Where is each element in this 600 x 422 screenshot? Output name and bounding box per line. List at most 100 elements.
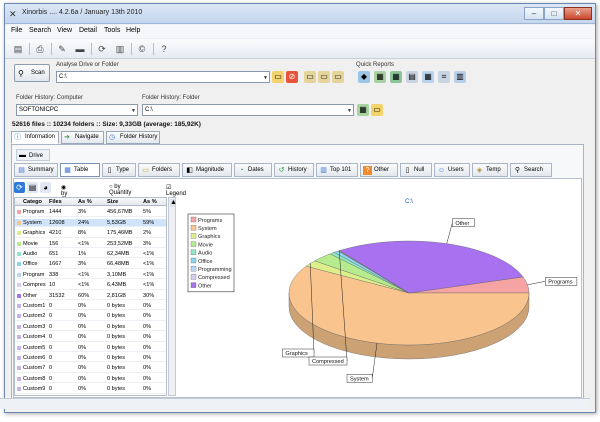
tab-top-101[interactable]: ▥ Top 101 <box>316 163 358 177</box>
table-row[interactable]: System 12608 24% 5,53GB 59% <box>15 218 166 228</box>
table-row[interactable]: Graphics 4210 8% 175,46MB 2% <box>15 229 166 238</box>
maximize-button[interactable]: □ <box>544 7 564 20</box>
table-cell: 0 <box>49 365 53 372</box>
help-icon[interactable]: ? <box>157 42 171 56</box>
table-scrollbar[interactable]: ▲ <box>168 197 177 396</box>
category-color-swatch <box>17 387 21 392</box>
report-icon[interactable]: ▦ <box>422 71 434 83</box>
table-row[interactable]: Other 31532 60% 2,81GB 30% <box>15 292 166 300</box>
table-cell: Custom4 <box>23 334 46 341</box>
table-cell: 338 <box>49 271 59 278</box>
history-folder-label: Folder History: Folder <box>142 95 200 101</box>
category-color-swatch <box>17 210 21 215</box>
table-cell: 0 <box>49 386 53 393</box>
history-folder-select[interactable]: C:\ ▼ <box>142 104 354 116</box>
document-icon[interactable]: ▥ <box>113 42 127 56</box>
table-cell: System <box>23 219 42 226</box>
folder-open-icon[interactable]: ▭ <box>272 71 284 83</box>
tab-folder-history[interactable]: ◷ Folder History <box>106 131 160 144</box>
legend-swatch <box>190 249 197 255</box>
report-icon[interactable]: ▦ <box>390 71 402 83</box>
tab-dates[interactable]: ◔ Dates <box>234 163 272 177</box>
report-icon[interactable]: ▥ <box>454 71 466 83</box>
tab-type[interactable]: ▯ Type <box>102 163 136 177</box>
close-button[interactable]: ✕ <box>564 7 592 20</box>
table-row[interactable]: Custom5 0 0% 0 bytes 0% <box>15 344 166 352</box>
navigate-icon: ➜ <box>64 134 70 141</box>
tab-navigate[interactable]: ➜ Navigate <box>61 131 104 144</box>
table-cell: 0 <box>49 375 53 382</box>
tab-information[interactable]: ⓘ Information <box>11 131 59 144</box>
folder-icon[interactable]: ▭ <box>332 71 344 83</box>
table-header-cell: As % <box>143 199 157 205</box>
summary-icon: ▤ <box>18 167 25 174</box>
drive-icon[interactable]: ▬ <box>73 42 87 56</box>
table-cell: 6,43MB <box>107 282 127 289</box>
menu-detail[interactable]: Detail <box>79 27 97 34</box>
tab-table[interactable]: ▦ Table <box>60 163 100 177</box>
save-icon[interactable]: ▤ <box>11 42 25 56</box>
table-cell: 66,48MB <box>107 261 130 268</box>
refresh-icon[interactable]: ⟳ <box>14 182 25 193</box>
table-cell: 4210 <box>49 230 62 237</box>
table-cell: Program <box>23 271 45 278</box>
table-cell: 24% <box>78 219 90 226</box>
table-row[interactable]: Program 1444 3% 456,67MB 5% <box>15 208 166 217</box>
history-go-icon[interactable]: ▦ <box>357 104 369 116</box>
table-cell: 156 <box>49 240 59 247</box>
category-color-swatch <box>17 304 21 308</box>
table-row[interactable]: Custom2 0 0% 0 bytes 0% <box>15 312 166 321</box>
report-icon[interactable]: ◆ <box>358 71 370 83</box>
legend-checkbox[interactable]: ☑ Legend <box>166 184 186 197</box>
tab-users[interactable]: ☺ Users <box>434 163 470 177</box>
list-icon[interactable]: ▤ <box>27 182 38 193</box>
report-icon[interactable]: ▤ <box>406 71 418 83</box>
menu-help[interactable]: Help <box>126 27 140 34</box>
stop-icon[interactable]: ⊘ <box>286 71 298 83</box>
copyright-icon[interactable]: © <box>135 42 149 56</box>
table-cell: 12608 <box>49 219 65 226</box>
table-row[interactable]: Office 1667 3% 66,48MB <1% <box>15 260 166 269</box>
history-folder-icon[interactable]: ▭ <box>371 104 383 116</box>
folder-icon[interactable]: ▭ <box>318 71 330 83</box>
folder-icon[interactable]: ▭ <box>304 71 316 83</box>
table-row[interactable]: Custom6 0 0% 0 bytes 0% <box>15 354 166 363</box>
report-icon[interactable]: ⌗ <box>438 71 450 83</box>
drive-button[interactable]: ▬ Drive <box>16 149 50 161</box>
table-row[interactable]: Audio 651 1% 62,34MB <1% <box>15 250 166 259</box>
table-row[interactable]: Custom4 0 0% 0 bytes 0% <box>15 333 166 342</box>
menu-file[interactable]: File <box>11 27 22 34</box>
tab-folders[interactable]: ▭ Folders <box>138 163 180 177</box>
table-row[interactable]: Custom1 0 0% 0 bytes 0% <box>15 302 166 311</box>
tab-magnitude[interactable]: ◧ Magnitude <box>182 163 232 177</box>
scan-button[interactable]: ⚲ Scan <box>14 64 50 82</box>
tab-search[interactable]: ⚲ Search <box>510 163 552 177</box>
history-computer-select[interactable]: SOFTONICPC ▼ <box>16 104 138 116</box>
table-row[interactable]: Custom3 0 0% 0 bytes 0% <box>15 323 166 332</box>
pie-icon[interactable]: ◕ <box>40 182 51 193</box>
print-icon[interactable]: ⎙ <box>33 42 47 56</box>
report-icon[interactable]: ▦ <box>374 71 386 83</box>
tab-null[interactable]: ▯ Null <box>400 163 432 177</box>
refresh-icon[interactable]: ⟳ <box>95 42 109 56</box>
by-quantity-radio[interactable]: ○ by Quantity <box>109 184 131 196</box>
table-row[interactable]: Program 338 <1% 3,10MB <1% <box>15 271 166 280</box>
table-row[interactable]: Custom9 0 0% 0 bytes 0% <box>15 385 166 394</box>
table-row[interactable]: Custom7 0 0% 0 bytes 0% <box>15 364 166 373</box>
table-cell: 0 bytes <box>107 344 126 351</box>
table-header-cell: Files <box>49 199 62 205</box>
table-row[interactable]: Movie 156 <1% 253,52MB 3% <box>15 240 166 248</box>
table-row[interactable]: Custom8 0 0% 0 bytes 0% <box>15 375 166 384</box>
tab-other[interactable]: ? Other <box>360 163 398 177</box>
menu-tools[interactable]: Tools <box>104 27 120 34</box>
legend-swatch <box>190 266 197 272</box>
drive-folder-input[interactable]: C:\ ▼ <box>56 71 270 83</box>
table-row[interactable]: Compres 10 <1% 6,43MB <1% <box>15 281 166 290</box>
tab-history[interactable]: ↺ History <box>274 163 314 177</box>
tab-summary[interactable]: ▤ Summary <box>14 163 58 177</box>
menu-view[interactable]: View <box>57 27 72 34</box>
minimize-button[interactable]: – <box>524 7 544 20</box>
menu-search[interactable]: Search <box>29 27 51 34</box>
tab-temp[interactable]: ◈ Temp <box>472 163 508 177</box>
wrench-icon[interactable]: ✎ <box>55 42 69 56</box>
